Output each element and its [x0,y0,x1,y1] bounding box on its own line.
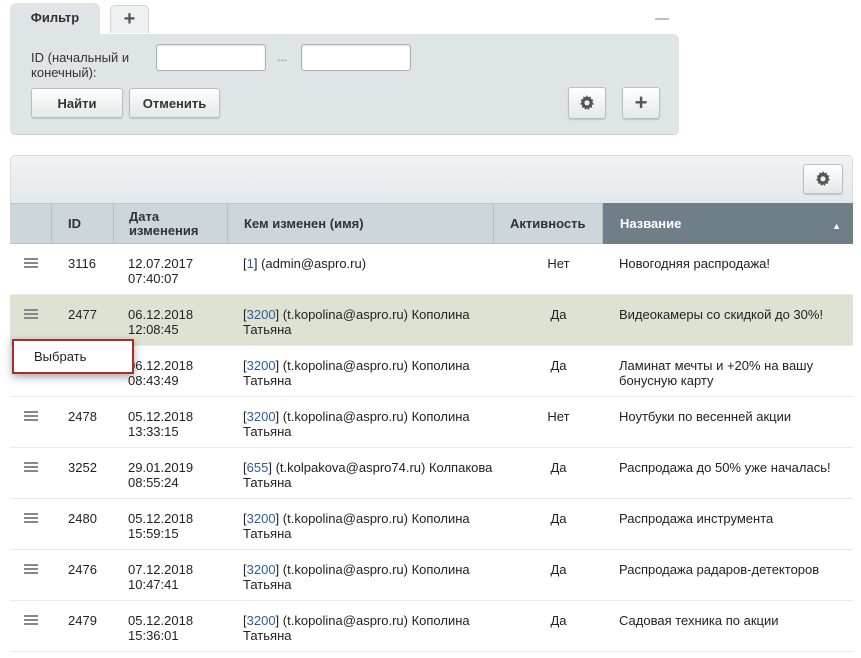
column-header-name[interactable]: Название ▲ [603,203,853,244]
plus-icon: + [634,90,648,115]
table-row[interactable]: 2476 07.12.2018 10:47:41 [3200] (t.kopolina… [10,550,853,601]
row-menu-icon[interactable] [24,258,38,268]
cell-name: Ламинат мечты и +20% на вашу бонусную ка… [619,358,814,388]
row-menu-icon[interactable] [24,411,38,421]
table-row[interactable]: 2477 06.12.2018 12:08:45 [3200] (t.kopolina… [10,295,853,346]
cell-id: 2476 [68,562,97,577]
cell-name: Распродажа инструмента [619,511,774,526]
cell-name: Ноутбуки по весенней акции [619,409,792,424]
cell-id: 2477 [68,307,97,322]
cell-id: 2478 [68,409,97,424]
column-header-id[interactable]: ID [52,203,114,244]
cell-id: 2479 [68,613,97,628]
cell-active: Да [550,511,567,526]
column-header-date[interactable]: Дата изменения [114,203,228,244]
table-row[interactable]: 2478 05.12.2018 13:33:15 [3200] (t.kopolina… [10,397,853,448]
cell-date: 06.12.2018 08:43:49 [128,358,194,388]
filter-settings-button[interactable] [568,87,606,119]
id-to-input[interactable] [301,44,411,71]
cell-name: Видеокамеры со скидкой до 30%! [619,307,824,322]
cell-name: Распродажа радаров-детекторов [619,562,820,577]
row-menu-icon[interactable] [24,564,38,574]
cell-date: 05.12.2018 13:33:15 [128,409,194,439]
cell-date: 07.12.2018 10:47:41 [128,562,194,592]
cell-author: [655] (t.kolpakova@aspro74.ru) Колпакова… [243,460,493,490]
context-menu: Выбрать [12,339,134,374]
table-row[interactable]: 2480 05.12.2018 15:59:15 [3200] (t.kopolina… [10,499,853,550]
cell-active: Да [550,562,567,577]
row-menu-icon[interactable] [24,309,38,319]
cancel-button[interactable]: Отменить [129,88,220,118]
row-menu-icon[interactable] [24,462,38,472]
column-header-author[interactable]: Кем изменен (имя) [228,203,494,244]
user-link[interactable]: 3200 [247,358,276,373]
id-range-label: ID (начальный и конечный): [31,50,130,80]
table-row[interactable]: 3252 29.01.2019 08:55:24 [655] (t.kolpakova… [10,448,853,499]
collapse-filter-icon[interactable] [655,18,669,20]
cell-date: 06.12.2018 12:08:45 [128,307,194,337]
user-link[interactable]: 3200 [247,613,276,628]
row-menu-icon[interactable] [24,615,38,625]
tab-filter[interactable]: Фильтр [10,3,100,36]
cell-active: Да [550,358,567,373]
cell-author: [3200] (t.kopolina@aspro.ru) Кополина Тат… [243,511,470,541]
cell-date: 29.01.2019 08:55:24 [128,460,194,490]
cell-date: 05.12.2018 15:36:01 [128,613,194,643]
id-from-input[interactable] [156,44,266,71]
user-link[interactable]: 3200 [247,409,276,424]
user-link[interactable]: 3200 [247,511,276,526]
cell-active: Да [550,460,567,475]
table-row[interactable]: 06.12.2018 08:43:49 [3200] (t.kopolina@asp… [10,346,853,397]
sort-ascending-icon: ▲ [832,221,841,231]
user-link[interactable]: 3200 [247,307,276,322]
add-filter-tab-button[interactable]: + [110,5,149,33]
cell-active: Да [550,613,567,628]
user-link[interactable]: 1 [247,256,254,271]
cell-id: 3116 [68,256,96,271]
cell-name: Распродажа до 50% уже началась! [619,460,831,475]
cell-name: Садовая техника по акции [619,613,779,628]
context-menu-item-select[interactable]: Выбрать [34,349,86,364]
cell-active: Нет [547,256,570,271]
header-actions [10,203,52,244]
cell-id: 3252 [68,460,97,475]
plus-icon: + [123,8,136,30]
cell-date: 05.12.2018 15:59:15 [128,511,194,541]
cell-active: Да [550,307,567,322]
cell-author: [1] (admin@aspro.ru) [243,256,367,271]
column-header-active[interactable]: Активность [494,203,603,244]
cell-author: [3200] (t.kopolina@aspro.ru) Кополина Тат… [243,358,470,388]
grid-toolbar [10,155,853,203]
gear-icon [816,171,830,186]
range-separator: ... [277,50,288,64]
find-button[interactable]: Найти [31,88,123,118]
table-row[interactable]: 2479 05.12.2018 15:36:01 [3200] (t.kopolina… [10,601,853,652]
gear-icon [580,95,594,110]
row-menu-icon[interactable] [24,513,38,523]
cell-author: [3200] (t.kopolina@aspro.ru) Кополина Тат… [243,562,470,592]
cell-id: 2480 [68,511,97,526]
table-row[interactable]: 3116 12.07.2017 07:40:07 [1] (admin@aspro.r… [10,244,853,295]
add-filter-field-button[interactable]: + [622,87,660,119]
cell-author: [3200] (t.kopolina@aspro.ru) Кополина Тат… [243,613,470,643]
grid-settings-button[interactable] [803,164,843,194]
cell-name: Новогодняя распродажа! [619,256,770,271]
user-link[interactable]: 3200 [247,562,276,577]
cell-date: 12.07.2017 07:40:07 [128,256,194,286]
cell-active: Нет [547,409,570,424]
user-link[interactable]: 655 [247,460,269,475]
cell-author: [3200] (t.kopolina@aspro.ru) Кополина Тат… [243,409,470,439]
cell-author: [3200] (t.kopolina@aspro.ru) Кополина Тат… [243,307,470,337]
